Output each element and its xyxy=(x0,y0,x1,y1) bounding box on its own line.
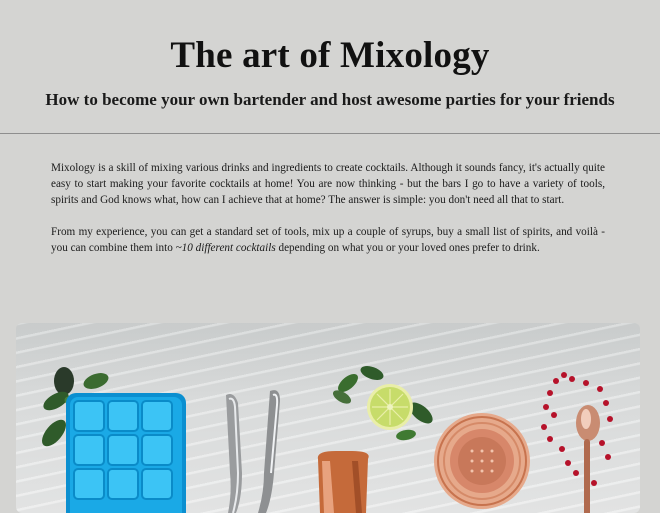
page-subtitle: How to become your own bartender and hos… xyxy=(45,90,615,109)
header-divider xyxy=(0,133,660,134)
shaker-icon xyxy=(317,451,369,513)
hero-image xyxy=(16,323,640,513)
strainer-icon xyxy=(434,413,530,509)
page-header: The art of Mixology How to become your o… xyxy=(0,0,660,112)
intro-paragraph: Mixology is a skill of mixing various dr… xyxy=(51,162,605,206)
lime-icon xyxy=(332,366,433,441)
page-title: The art of Mixology xyxy=(170,35,490,76)
second-paragraph: From my experience, you can get a standa… xyxy=(51,224,605,256)
bar-spoon-icon xyxy=(576,405,600,513)
article-body: Mixology is a skill of mixing various dr… xyxy=(51,160,605,272)
paragraph-text: depending on what you or your loved ones… xyxy=(275,242,540,254)
ice-tray-icon xyxy=(66,393,186,513)
emphasis-text: ~10 different cocktails xyxy=(175,242,276,254)
bar-tongs-icon xyxy=(226,390,280,513)
